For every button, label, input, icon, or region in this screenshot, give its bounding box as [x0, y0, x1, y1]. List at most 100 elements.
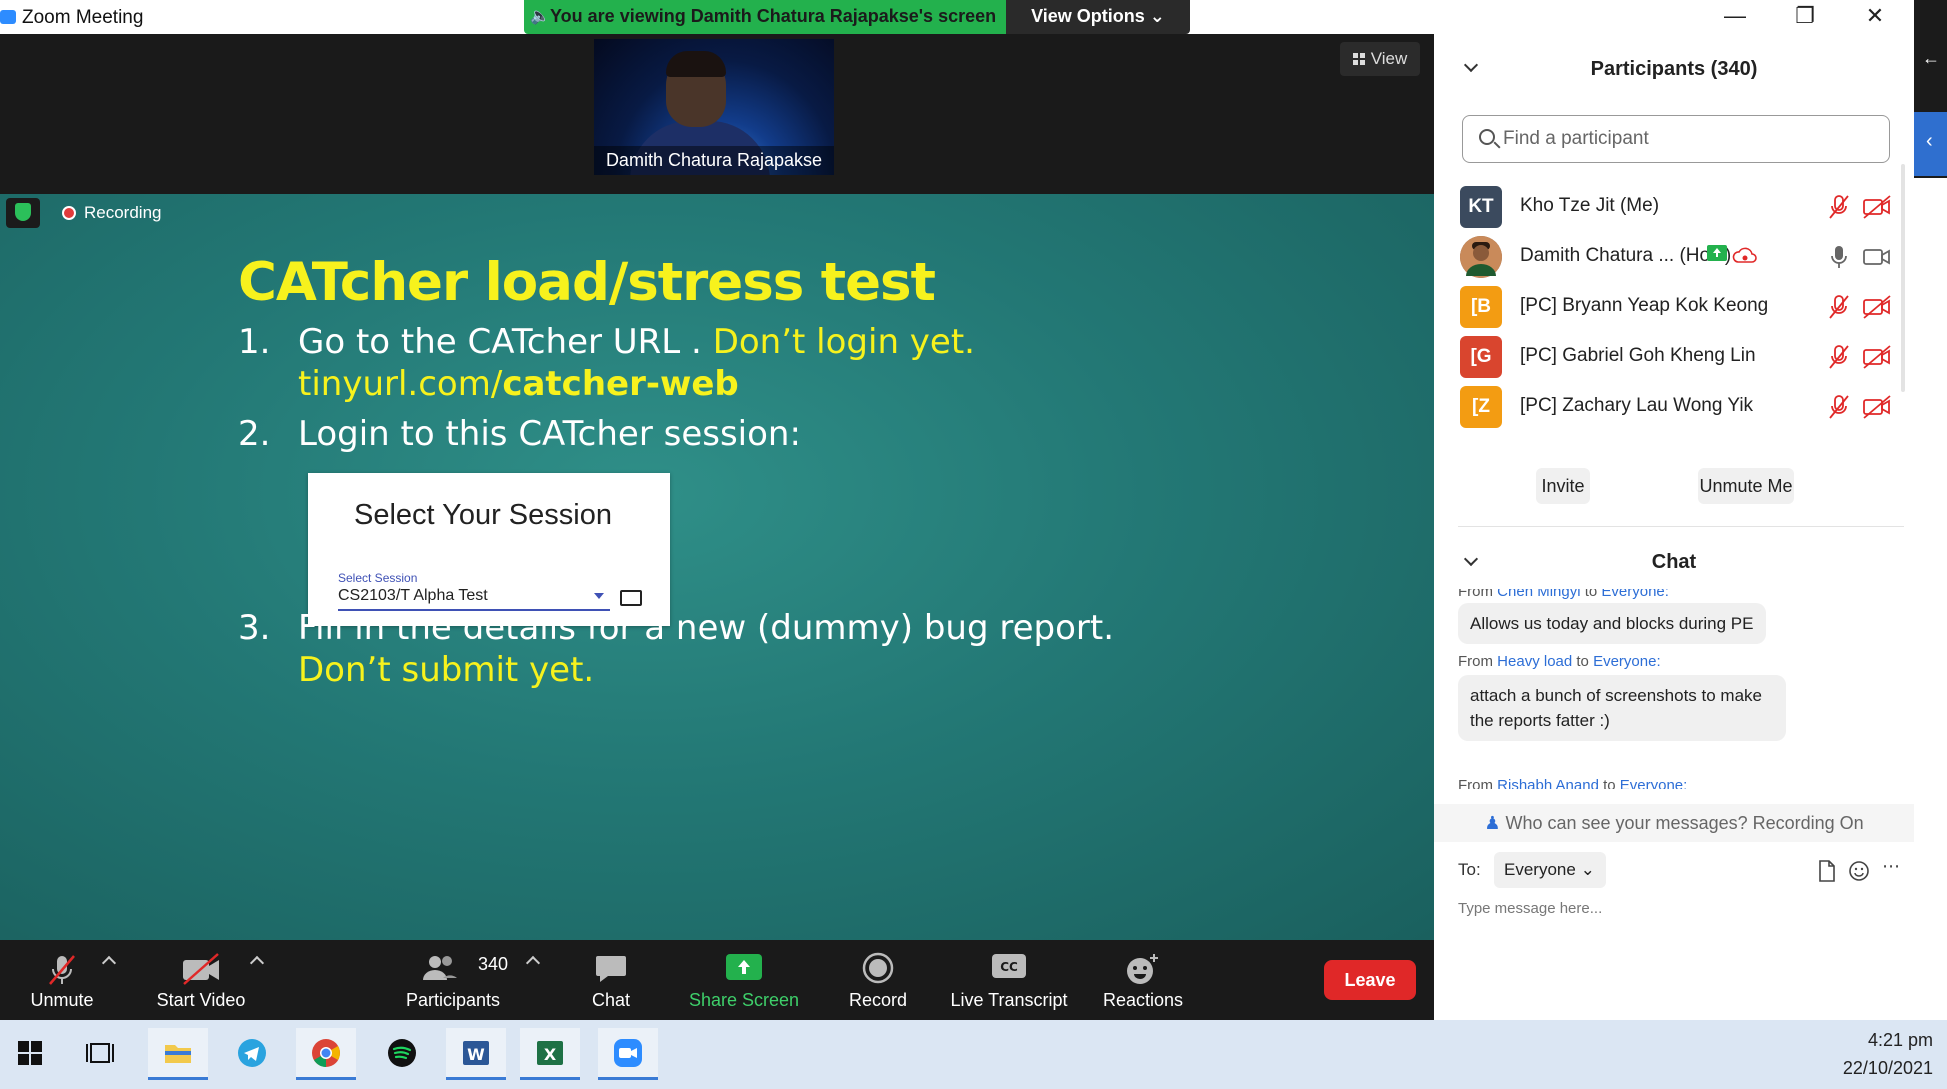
record-button[interactable]: Record [834, 940, 922, 1020]
word-button[interactable]: W [446, 1028, 506, 1080]
chat-visibility-notice[interactable]: ♟ Who can see your messages? Recording O… [1434, 804, 1914, 842]
start-button[interactable] [0, 1028, 60, 1080]
excel-button[interactable]: X [520, 1028, 580, 1080]
reactions-button[interactable]: Reactions [1096, 940, 1190, 1020]
edge-expand-tab[interactable]: ‹ [1914, 112, 1947, 176]
spotify-icon [388, 1039, 416, 1067]
start-video-label: Start Video [156, 990, 246, 1010]
start-video-button[interactable]: Start Video [148, 940, 254, 1020]
recipient-select[interactable]: Everyone ⌄ [1494, 852, 1606, 888]
to-label: To: [1458, 860, 1481, 879]
find-participant-input[interactable] [1503, 124, 1873, 154]
chrome-button[interactable] [296, 1028, 356, 1080]
maximize-button[interactable]: ❐ [1770, 0, 1840, 34]
step-1-instruction: Go to the CATcher URL . [298, 322, 713, 362]
window-title: Zoom Meeting [22, 7, 144, 28]
slide-title: CATcher load/stress test [238, 252, 936, 313]
unmute-me-button[interactable]: Unmute Me [1698, 468, 1794, 504]
chat-title: Chat [1651, 551, 1697, 573]
speaker-video-thumbnail[interactable]: Damith Chatura Rajapakse [594, 39, 834, 175]
file-explorer-button[interactable] [148, 1028, 208, 1080]
recording-indicator[interactable]: Recording [62, 198, 162, 228]
participants-options-caret[interactable] [525, 955, 541, 971]
minimize-button[interactable]: — [1700, 0, 1770, 34]
record-label: Record [848, 990, 908, 1010]
session-select-value: CS2103/T Alpha Test [338, 587, 488, 604]
sender-name[interactable]: Rishabh Anand [1497, 777, 1599, 789]
chat-button[interactable]: Chat [566, 940, 656, 1020]
task-view-icon [86, 1043, 114, 1063]
close-button[interactable]: ✕ [1840, 0, 1910, 34]
speaker-name-label: Damith Chatura Rajapakse [594, 146, 834, 175]
participant-name: Damith Chatura ... (Host) [1520, 245, 1732, 266]
share-screen-button[interactable]: Share Screen [684, 940, 804, 1020]
spotify-button[interactable] [372, 1028, 432, 1080]
clock-date: 22/10/2021 [1842, 1058, 1933, 1078]
sender-name[interactable]: Chen Mingyi [1497, 589, 1580, 600]
step-1-note: Don’t login yet. [712, 322, 975, 362]
record-icon [862, 952, 894, 984]
participants-title: Participants (340) [1590, 58, 1758, 80]
participant-name: [PC] Bryann Yeap Kok Keong [1520, 295, 1769, 316]
right-edge-strip: ← ‹ [1914, 0, 1947, 1020]
recipient-name[interactable]: Everyone: [1620, 777, 1688, 789]
video-icon [1863, 249, 1890, 265]
view-options-button[interactable]: View Options ⌄ [1006, 0, 1190, 34]
avatar: [Z [1460, 386, 1502, 428]
file-icon[interactable] [1818, 860, 1836, 882]
leave-button[interactable]: Leave [1324, 960, 1416, 1000]
recipient-name[interactable]: Everyone: [1601, 589, 1669, 600]
reactions-icon [1127, 954, 1158, 984]
side-panel: Participants (340) KT Kho Tze Jit (Me) D… [1434, 34, 1914, 1020]
participant-list: KT Kho Tze Jit (Me) Damith Chatura ... (… [1434, 176, 1904, 438]
participant-row[interactable]: [Z [PC] Zachary Lau Wong Yik [1434, 376, 1904, 438]
participant-name: [PC] Zachary Lau Wong Yik [1520, 395, 1754, 416]
share-screen-label: Share Screen [688, 990, 800, 1010]
sharing-screen-icon [1707, 245, 1727, 261]
security-shield-icon[interactable] [6, 198, 40, 228]
folder-icon [165, 1045, 191, 1063]
invite-button[interactable]: Invite [1536, 468, 1590, 504]
session-select-card: Select Your Session Select Session CS210… [308, 473, 670, 626]
unmute-button[interactable]: Unmute [14, 940, 110, 1020]
more-options-icon[interactable]: ⋯ [1882, 856, 1900, 877]
participants-button[interactable]: 340 Participants [398, 940, 508, 1020]
section-divider [1458, 526, 1904, 527]
mic-muted-icon [1829, 395, 1849, 419]
svg-text:CC: CC [1000, 960, 1018, 974]
participant-name: [PC] Gabriel Goh Kheng Lin [1520, 345, 1756, 366]
recipient-prefix: to [1572, 653, 1594, 670]
find-participant-field[interactable] [1462, 115, 1890, 163]
step-3-text: Fill in the details for a new (dummy) bu… [298, 608, 1114, 648]
participant-name: Kho Tze Jit (Me) [1520, 195, 1660, 216]
message-bubble: attach a bunch of screenshots to make th… [1458, 675, 1786, 741]
svg-text:W: W [467, 1045, 485, 1064]
recording-label: Recording [84, 203, 162, 222]
zoom-app-icon [0, 10, 16, 24]
emoji-icon[interactable] [1848, 860, 1870, 882]
back-arrow-icon[interactable]: ← [1922, 48, 1940, 69]
mic-muted-icon [1829, 295, 1849, 319]
message-input[interactable]: Type message here... [1458, 900, 1602, 917]
sender-name[interactable]: Heavy load [1497, 653, 1572, 670]
participants-scrollbar[interactable] [1901, 164, 1905, 392]
live-transcript-button[interactable]: CC Live Transcript [946, 940, 1072, 1020]
message-sender-line: From Rishabh Anand to Everyone: [1458, 777, 1687, 789]
avatar: [B [1460, 286, 1502, 328]
system-clock[interactable]: 4:21 pm 22/10/2021 [1783, 1026, 1933, 1082]
telegram-button[interactable] [222, 1028, 282, 1080]
recipient-name[interactable]: Everyone: [1593, 653, 1661, 670]
step-1-text: Go to the CATcher URL . Don’t login yet. [298, 322, 975, 362]
view-button[interactable]: View [1340, 42, 1420, 76]
meeting-toolbar: Unmute Start Video 340 Participants Chat… [0, 940, 1434, 1020]
task-view-button[interactable] [70, 1028, 130, 1080]
zoom-button[interactable] [598, 1028, 658, 1080]
view-label: View [1370, 49, 1408, 68]
step-1-number: 1. [238, 322, 271, 362]
chevron-left-icon: ‹ [1926, 130, 1933, 152]
search-icon [1479, 129, 1495, 145]
speaker-icon: 🔈 [530, 8, 550, 25]
share-banner: 🔈 You are viewing Damith Chatura Rajapak… [524, 0, 1190, 34]
chrome-icon [312, 1039, 340, 1067]
video-off-icon [1863, 395, 1891, 419]
